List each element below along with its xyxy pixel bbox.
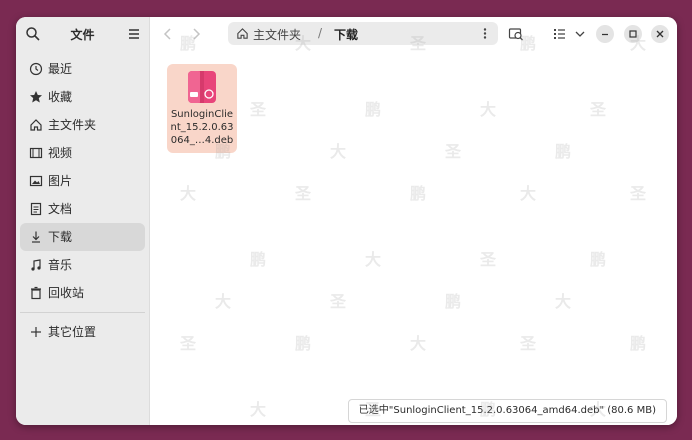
breadcrumb-home[interactable]: 主文件夹 bbox=[253, 26, 301, 43]
sidebar-separator bbox=[20, 312, 145, 313]
back-icon[interactable] bbox=[160, 26, 176, 42]
sidebar-item-downloads[interactable]: 下载 bbox=[20, 223, 145, 251]
document-icon bbox=[30, 202, 42, 216]
chevron-down-icon[interactable] bbox=[572, 26, 588, 42]
sidebar-item-music[interactable]: 音乐 bbox=[20, 251, 145, 279]
sidebar-item-home[interactable]: 主文件夹 bbox=[20, 111, 145, 139]
close-button[interactable] bbox=[651, 25, 669, 43]
music-icon bbox=[31, 259, 41, 271]
breadcrumb-separator: / bbox=[318, 26, 323, 40]
plus-icon bbox=[31, 327, 41, 337]
breadcrumb-current[interactable]: 下载 bbox=[334, 26, 358, 43]
sidebar-item-label: 文档 bbox=[48, 202, 73, 216]
sidebar-item-label: 收藏 bbox=[48, 90, 73, 104]
sidebar-item-pictures[interactable]: 图片 bbox=[20, 167, 145, 195]
download-icon bbox=[32, 231, 40, 243]
more-options-icon[interactable] bbox=[480, 26, 490, 41]
sidebar-item-label: 主文件夹 bbox=[48, 118, 97, 132]
file-item[interactable]: SunloginClient_15.2.0.63064_…4.deb bbox=[167, 64, 237, 153]
sidebar-header: 文件 bbox=[16, 17, 149, 51]
image-icon bbox=[29, 175, 43, 187]
file-name: SunloginClient_15.2.0.63064_…4.deb bbox=[170, 109, 234, 146]
maximize-button[interactable] bbox=[624, 25, 642, 43]
minimize-icon bbox=[602, 33, 608, 36]
sidebar-item-label: 下载 bbox=[48, 230, 73, 244]
header-toolbar: 主文件夹 / 下载 bbox=[150, 17, 677, 51]
sidebar-item-videos[interactable]: 视频 bbox=[20, 139, 145, 167]
hamburger-menu-icon[interactable] bbox=[126, 26, 142, 42]
minimize-button[interactable] bbox=[596, 25, 614, 43]
sidebar-item-label: 图片 bbox=[48, 174, 73, 188]
sidebar: 文件 最近 收藏 主文件夹 视频 图片 文档 下载 音乐 回收站 其它位置 bbox=[16, 17, 150, 425]
list-view-icon[interactable] bbox=[552, 26, 568, 42]
close-icon bbox=[656, 30, 664, 38]
film-icon bbox=[29, 147, 43, 159]
clock-icon bbox=[29, 62, 43, 76]
search-folder-icon[interactable] bbox=[508, 26, 524, 42]
main-content: 主文件夹 / 下载 SunloginClient_15.2.0.63064_…4… bbox=[150, 17, 677, 425]
file-manager-window: 文件 最近 收藏 主文件夹 视频 图片 文档 下载 音乐 回收站 其它位置 主文… bbox=[16, 17, 677, 425]
path-bar[interactable]: 主文件夹 / 下载 bbox=[228, 22, 498, 45]
sidebar-item-recent[interactable]: 最近 bbox=[20, 55, 145, 83]
maximize-icon bbox=[629, 30, 637, 38]
sidebar-item-label: 最近 bbox=[48, 62, 73, 76]
deb-package-icon bbox=[188, 71, 216, 103]
star-icon bbox=[30, 91, 42, 103]
selection-status: 已选中"SunloginClient_15.2.0.63064_amd64.de… bbox=[347, 399, 667, 423]
sidebar-item-trash[interactable]: 回收站 bbox=[20, 279, 145, 307]
trash-icon bbox=[31, 286, 41, 300]
sidebar-item-label: 音乐 bbox=[48, 258, 73, 272]
sidebar-item-label: 视频 bbox=[48, 146, 73, 160]
home-icon bbox=[237, 28, 248, 39]
home-icon bbox=[30, 119, 42, 131]
sidebar-list: 最近 收藏 主文件夹 视频 图片 文档 下载 音乐 回收站 其它位置 bbox=[20, 55, 145, 346]
sidebar-item-documents[interactable]: 文档 bbox=[20, 195, 145, 223]
sidebar-item-label: 其它位置 bbox=[48, 325, 97, 339]
sidebar-item-starred[interactable]: 收藏 bbox=[20, 83, 145, 111]
sidebar-item-label: 回收站 bbox=[48, 286, 85, 300]
sidebar-item-other-locations[interactable]: 其它位置 bbox=[20, 318, 145, 346]
forward-icon[interactable] bbox=[188, 26, 204, 42]
